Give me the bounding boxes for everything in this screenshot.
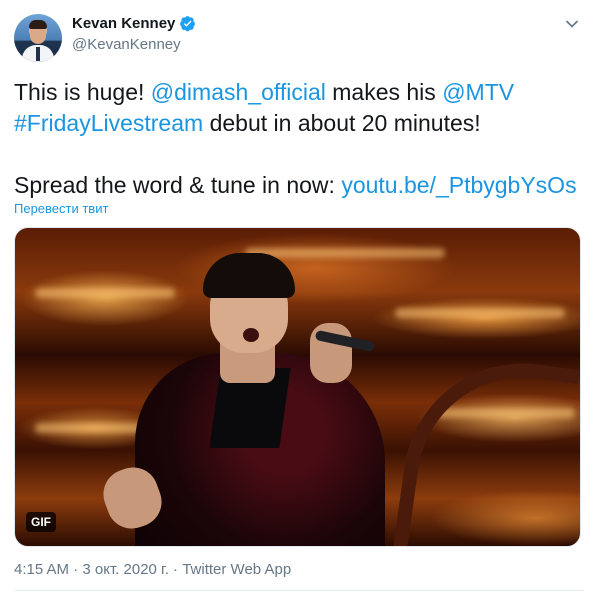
text-segment: This is huge! [14,79,151,105]
mention-link[interactable]: @dimash_official [151,79,326,105]
gif-badge: GIF [26,512,56,532]
text-segment: makes his [325,79,443,105]
tweet-card: Kevan Kenney @KevanKenney This is huge! … [0,0,598,596]
tweet-metadata: 4:15 AM · 3 окт. 2020 г. · Twitter Web A… [14,561,291,578]
tweet-time[interactable]: 4:15 AM [14,561,69,578]
url-link[interactable]: youtu.be/_PtbygbYsOs [341,172,576,198]
text-segment: Spread the word & tune in now: [14,172,342,198]
tweet-text: This is huge! @dimash_official makes his… [14,77,584,201]
translate-tweet-link[interactable]: Перевести твит [14,201,108,216]
tweet-paragraph-2: Spread the word & tune in now: youtu.be/… [14,170,584,201]
verified-badge-icon [180,16,196,32]
author-display-name[interactable]: Kevan Kenney [72,15,175,32]
mention-link[interactable]: @MTV [442,79,514,105]
avatar[interactable] [14,14,62,62]
chevron-down-icon[interactable] [562,14,582,34]
tweet-paragraph-1: This is huge! @dimash_official makes his… [14,77,584,139]
author-handle[interactable]: @KevanKenney [72,36,181,53]
meta-separator: · [69,561,83,578]
divider [14,590,584,591]
gif-media[interactable] [14,227,581,547]
text-segment: debut in about 20 minutes! [203,110,481,136]
meta-separator: · [168,561,183,578]
tweet-date[interactable]: 3 окт. 2020 г. [82,561,168,578]
author-name-row[interactable]: Kevan Kenney [72,15,196,32]
tweet-source[interactable]: Twitter Web App [182,561,291,578]
hashtag-link[interactable]: #FridayLivestream [14,110,203,136]
